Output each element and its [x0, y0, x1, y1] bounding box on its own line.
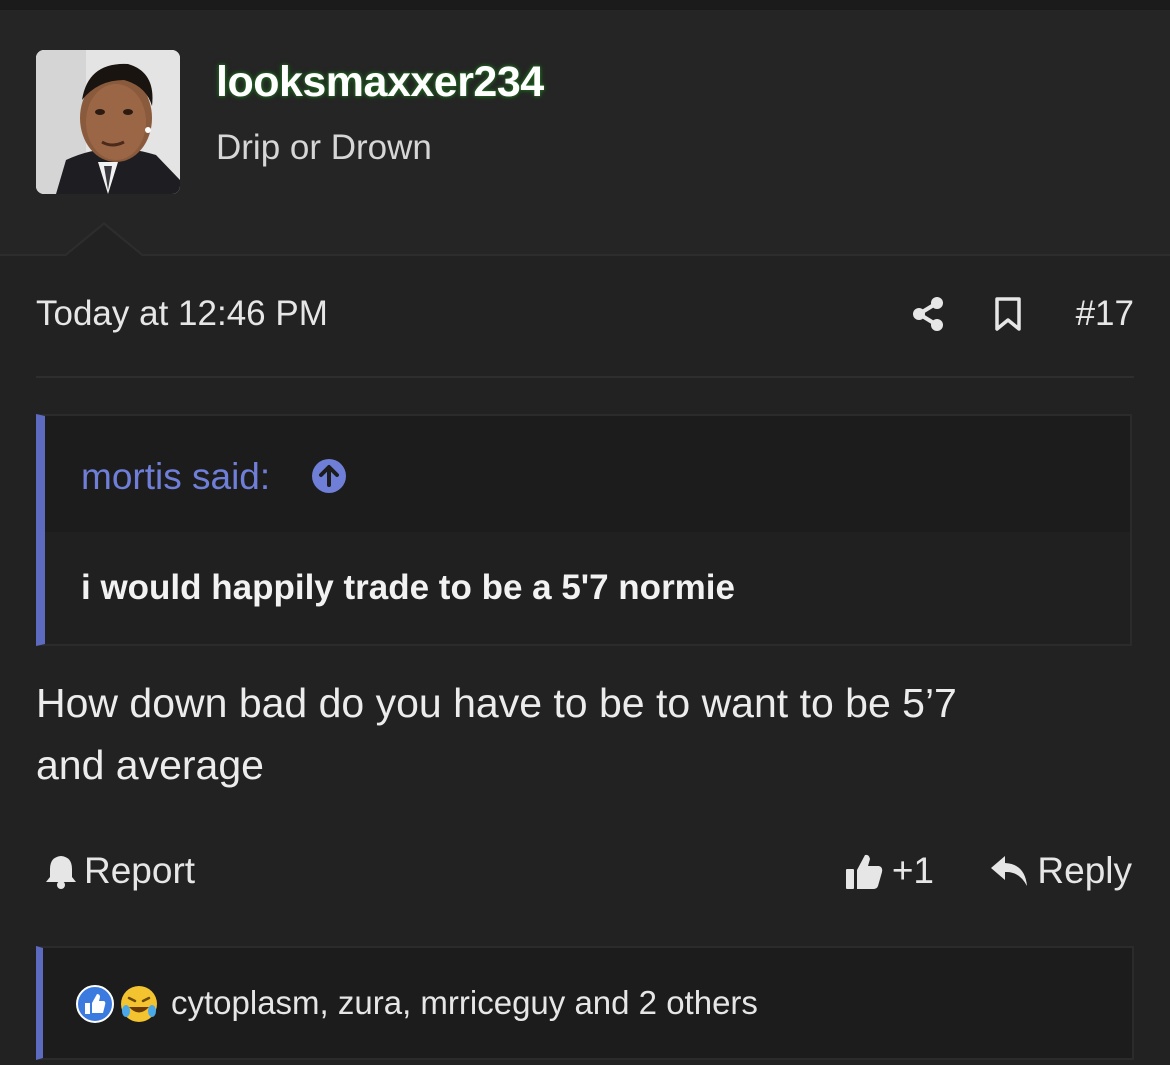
post-timestamp[interactable]: Today at 12:46 PM: [36, 294, 328, 334]
username[interactable]: looksmaxxer234: [216, 58, 544, 107]
report-button[interactable]: Report: [44, 850, 195, 892]
reply-label: Reply: [1037, 850, 1132, 891]
header-pointer: [64, 222, 144, 256]
quote-header: mortis said:: [45, 416, 1130, 534]
like-count: +1: [891, 850, 934, 891]
reply-icon: [991, 856, 1028, 886]
arrow-up-circle-icon[interactable]: [311, 458, 347, 494]
quote-text: i would happily trade to be a 5'7 normie: [81, 568, 735, 607]
report-label: Report: [84, 850, 196, 891]
reaction-icons: [76, 985, 157, 1023]
laugh-cry-reaction-icon: [121, 986, 157, 1022]
reply-button[interactable]: Reply: [989, 850, 1132, 892]
avatar-image: [36, 50, 180, 194]
thumbs-up-icon: [845, 854, 883, 889]
quote-block: mortis said: i would happily trade to be…: [36, 414, 1132, 646]
avatar[interactable]: [36, 50, 180, 194]
post-body: How down bad do you have to be to want t…: [36, 672, 1136, 796]
bookmark-icon[interactable]: [992, 296, 1024, 332]
user-header: looksmaxxer234 Drip or Drown: [0, 10, 1170, 256]
post-body-line-2: and average: [36, 742, 264, 788]
reactions-summary[interactable]: cytoplasm, zura, mrriceguy and 2 others: [171, 984, 758, 1022]
share-icon[interactable]: [910, 296, 946, 332]
bell-icon: [46, 856, 76, 889]
post-body-line-1: How down bad do you have to be to want t…: [36, 680, 957, 726]
quote-body: i would happily trade to be a 5'7 normie: [45, 532, 1130, 644]
post-number[interactable]: #17: [1076, 294, 1134, 334]
like-button[interactable]: +1: [844, 850, 934, 892]
post-actions: Report +1 Reply: [36, 850, 1134, 900]
quote-author[interactable]: mortis said:: [81, 456, 270, 498]
user-title: Drip or Drown: [216, 128, 432, 167]
reactions-bar[interactable]: cytoplasm, zura, mrriceguy and 2 others: [36, 946, 1134, 1060]
post-meta: Today at 12:46 PM #17: [36, 292, 1134, 378]
top-bar: [0, 0, 1170, 10]
like-reaction-icon: [76, 985, 114, 1023]
